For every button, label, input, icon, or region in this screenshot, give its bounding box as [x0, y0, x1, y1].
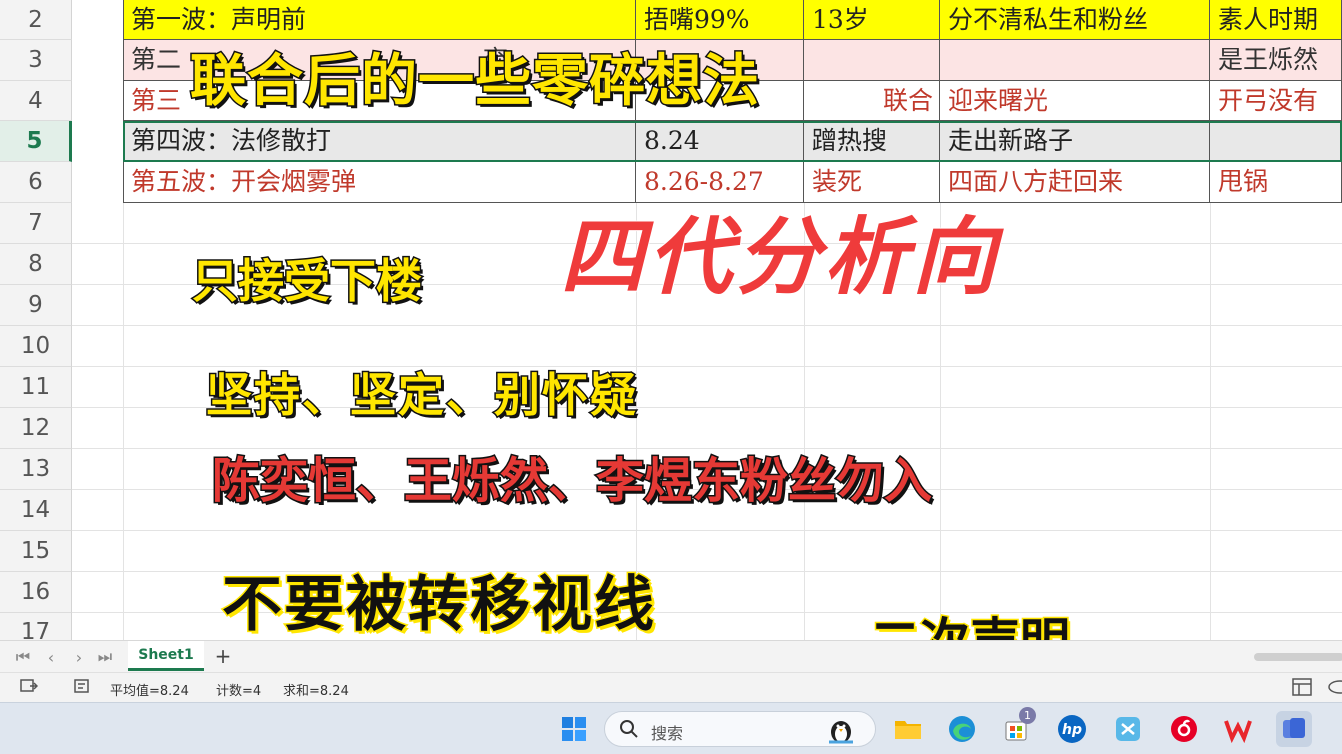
row-line — [72, 325, 1342, 326]
table-cell[interactable]: 甩锅 — [1210, 162, 1342, 203]
status-sum[interactable]: 求和=8.24 — [283, 680, 349, 699]
table-cell[interactable] — [1210, 121, 1342, 162]
windows-start-icon[interactable] — [556, 711, 592, 747]
row-header-active[interactable]: 5 — [0, 121, 72, 162]
edge-browser-icon[interactable] — [944, 711, 980, 747]
row-header[interactable]: 12 — [0, 408, 72, 449]
overlay-line4: 不要被转移视线 — [221, 569, 656, 641]
penguin-icon — [821, 714, 861, 748]
store-icon[interactable]: 1 — [998, 707, 1036, 747]
table-cell[interactable]: 开弓没有 — [1210, 81, 1342, 121]
table-cell[interactable]: 四面八方赶回来 — [940, 162, 1210, 203]
row-header[interactable]: 11 — [0, 367, 72, 408]
row-header[interactable]: 10 — [0, 326, 72, 367]
table-cell[interactable]: 迎来曙光 — [940, 81, 1210, 121]
hp-icon[interactable]: hp — [1054, 711, 1090, 747]
overlay-line3: 陈奕恒、王烁然、李煜东粉丝勿入 — [210, 452, 933, 511]
row-header[interactable]: 7 — [0, 203, 72, 244]
row-header[interactable]: 4 — [0, 81, 72, 121]
notification-badge: 1 — [1019, 707, 1036, 724]
search-placeholder: 搜索 — [651, 724, 684, 743]
sheet-tab-active[interactable]: Sheet1 — [128, 641, 204, 671]
eye-icon[interactable] — [1328, 678, 1342, 700]
status-count[interactable]: 计数=4 — [216, 680, 261, 699]
cell-text: 第二 — [131, 45, 182, 74]
overlay-big-red: 四代分析向 — [559, 207, 1001, 307]
netease-music-icon[interactable] — [1166, 711, 1202, 747]
table-cell[interactable]: 第一波：声明前 — [123, 0, 636, 40]
table-cell[interactable]: 是王烁然 — [1210, 40, 1342, 81]
row-header[interactable]: 2 — [0, 0, 72, 40]
last-sheet-icon[interactable]: ⏭ — [94, 646, 116, 668]
table-cell[interactable]: 素人时期 — [1210, 0, 1342, 40]
file-explorer-icon[interactable] — [890, 711, 926, 747]
table-cell[interactable]: 蹭热搜 — [804, 121, 940, 162]
taskbar: 搜索 1 hp — [0, 702, 1342, 754]
overlay-headline: 联合后的一些零碎想法 — [189, 48, 761, 116]
first-sheet-icon[interactable]: ⏮ — [12, 646, 34, 668]
cell-mode-icon[interactable] — [74, 678, 90, 698]
table-cell[interactable] — [940, 40, 1210, 81]
table-cell-selected[interactable]: 8.24 — [636, 121, 804, 162]
row-header[interactable]: 17 — [0, 613, 72, 640]
table-cell[interactable]: 8.26-8.27 — [636, 162, 804, 203]
row-header[interactable]: 13 — [0, 449, 72, 490]
table-cell[interactable]: 联合 — [804, 81, 940, 121]
row-header[interactable]: 14 — [0, 490, 72, 531]
svg-text:hp: hp — [1062, 722, 1082, 738]
table-cell[interactable]: 走出新路子 — [940, 121, 1210, 162]
row-header[interactable]: 3 — [0, 40, 72, 81]
wps-office-icon[interactable] — [1220, 711, 1256, 747]
overlay-line5: 二次声明 — [869, 610, 1072, 641]
table-cell[interactable]: 分不清私生和粉丝 — [940, 0, 1210, 40]
table-cell[interactable]: 13岁 — [804, 0, 940, 40]
table-cell[interactable]: 捂嘴99% — [636, 0, 804, 40]
sheet-tab-bar: ⏮ ‹ › ⏭ Sheet1 + — [0, 640, 1342, 672]
table-cell[interactable] — [804, 40, 940, 81]
spreadsheet-grid[interactable]: 2 3 4 5 6 7 8 9 10 11 12 13 14 15 16 17 … — [0, 0, 1342, 640]
status-average[interactable]: 平均值=8.24 — [110, 680, 189, 699]
horizontal-scrollbar[interactable] — [1254, 653, 1342, 661]
table-cell[interactable]: 第五波：开会烟雾弹 — [123, 162, 636, 203]
row-header[interactable]: 9 — [0, 285, 72, 326]
view-normal-icon[interactable] — [1292, 678, 1312, 700]
add-sheet-button[interactable]: + — [212, 644, 234, 668]
row-line — [72, 530, 1342, 531]
taskbar-search-box[interactable]: 搜索 — [604, 711, 876, 747]
row-header[interactable]: 6 — [0, 162, 72, 203]
next-sheet-icon[interactable]: › — [68, 646, 90, 668]
table-cell[interactable]: 第四波：法修散打 — [123, 121, 636, 162]
search-icon — [619, 719, 639, 743]
overlay-line2: 坚持、坚定、别怀疑 — [205, 367, 638, 424]
status-bar: 平均值=8.24 计数=4 求和=8.24 — [0, 672, 1342, 702]
overlay-line1: 只接受下楼 — [191, 253, 424, 310]
macro-icon[interactable] — [20, 678, 39, 698]
prev-sheet-icon[interactable]: ‹ — [40, 646, 62, 668]
row-header[interactable]: 8 — [0, 244, 72, 285]
active-app-icon[interactable] — [1276, 711, 1312, 747]
row-header[interactable]: 16 — [0, 572, 72, 613]
table-cell[interactable]: 装死 — [804, 162, 940, 203]
screenshot-tool-icon[interactable] — [1110, 711, 1146, 747]
row-header[interactable]: 15 — [0, 531, 72, 572]
